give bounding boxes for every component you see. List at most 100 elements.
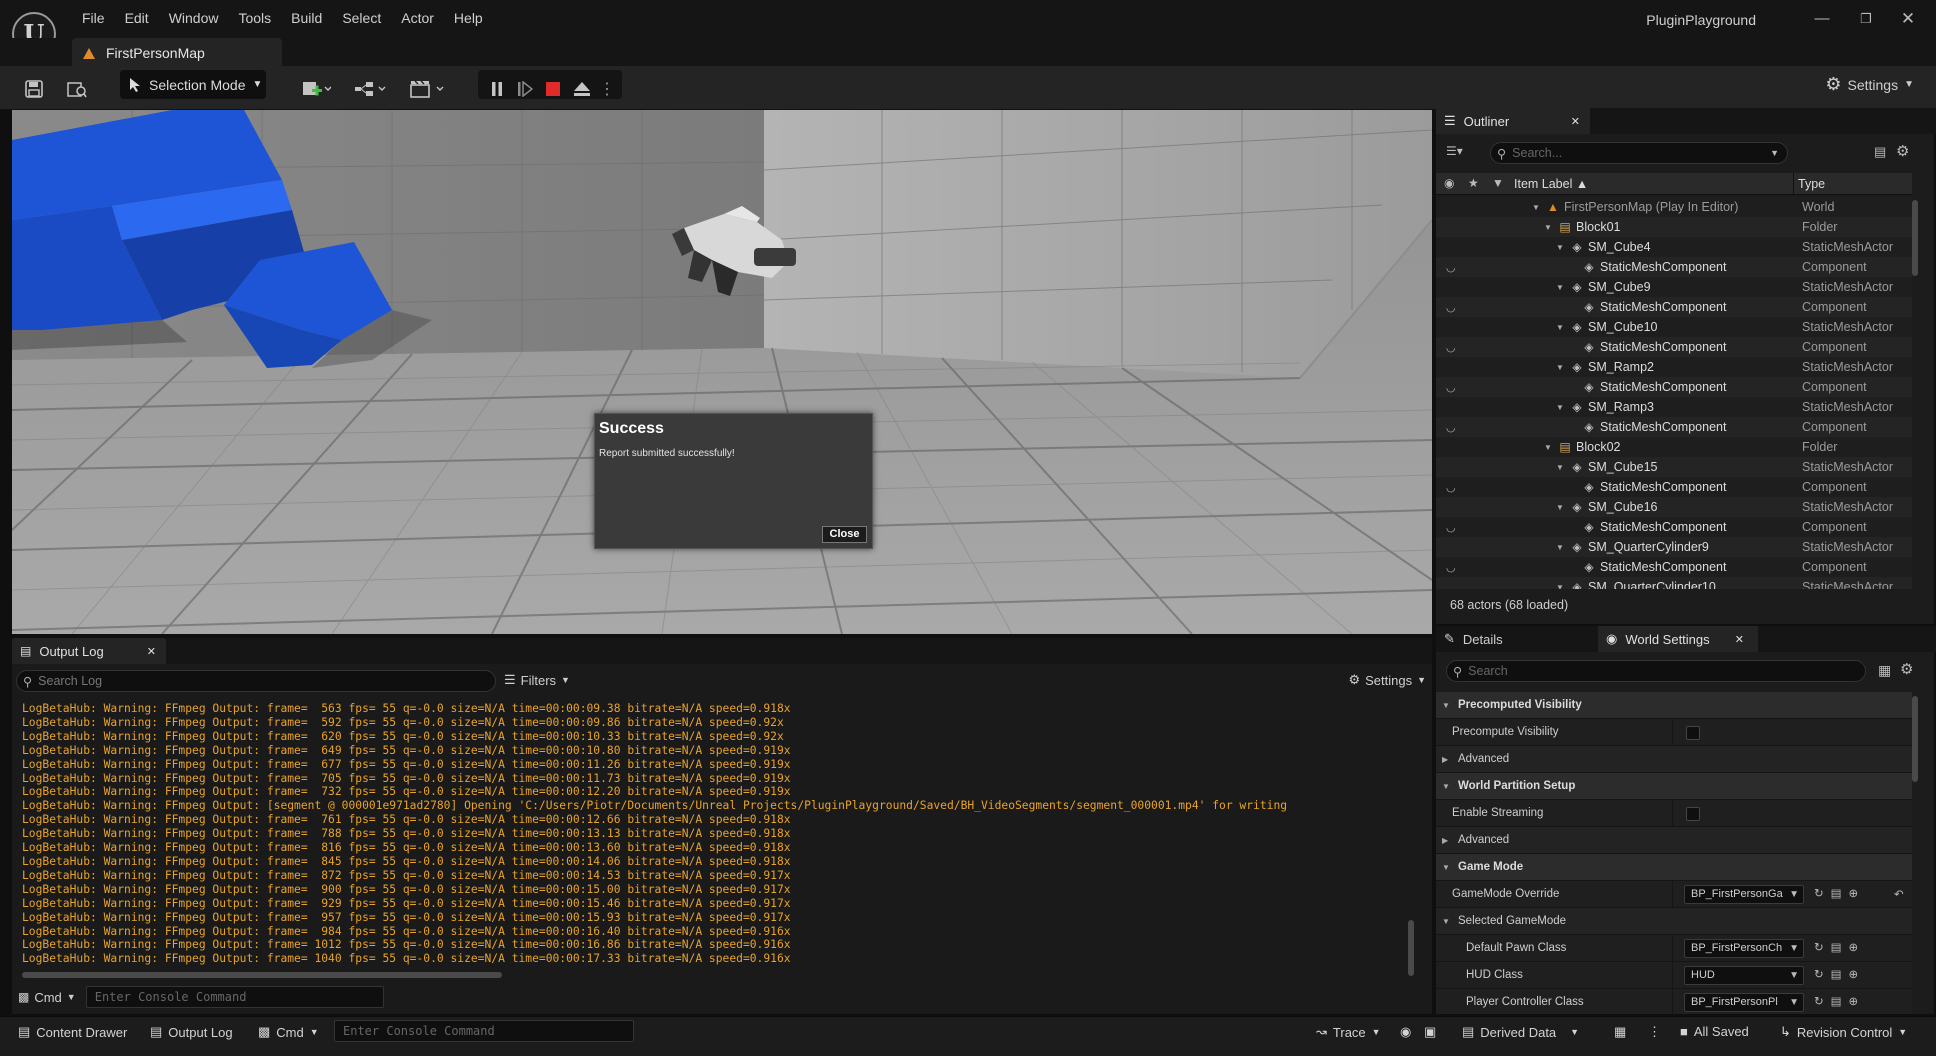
property-checkbox[interactable] xyxy=(1686,726,1700,740)
pause-icon[interactable] xyxy=(486,74,508,104)
outliner-row[interactable]: ◡ ◈ StaticMeshComponent Component xyxy=(1436,377,1912,397)
menu-item-tools[interactable]: Tools xyxy=(228,8,281,28)
menu-item-edit[interactable]: Edit xyxy=(115,8,159,28)
visibility-eye-icon[interactable]: ◡ xyxy=(1446,521,1456,534)
trace-button[interactable]: ↝ Trace ▼ xyxy=(1316,1024,1381,1040)
details-row-prop[interactable]: Player Controller Class BP_FirstPersonPl ▼… xyxy=(1436,989,1912,1014)
details-row-cat[interactable]: ▼ Precomputed Visibility xyxy=(1436,692,1912,719)
expand-arrow-icon[interactable]: ▼ xyxy=(1556,463,1566,472)
menu-item-actor[interactable]: Actor xyxy=(391,8,444,28)
visibility-eye-icon[interactable]: ◡ xyxy=(1446,481,1456,494)
expand-arrow-icon[interactable]: ▼ xyxy=(1556,283,1566,292)
type-column-header[interactable]: Type xyxy=(1798,177,1825,191)
content-drawer-button[interactable]: ▤ Content Drawer xyxy=(18,1024,127,1040)
cmd-dropdown[interactable]: ▩ Cmd ▼ xyxy=(18,990,76,1005)
visibility-eye-icon[interactable]: ◡ xyxy=(1446,561,1456,574)
expand-arrow-icon[interactable]: ▼ xyxy=(1532,203,1542,212)
add-folder-icon[interactable]: ▤ xyxy=(1874,144,1886,160)
outliner-row[interactable]: ▼ ◈ SM_Cube9 StaticMeshActor xyxy=(1436,277,1912,297)
revision-control-button[interactable]: ↳ Revision Control ▼ xyxy=(1780,1024,1907,1040)
details-scrollbar[interactable] xyxy=(1912,696,1918,782)
log-filters-button[interactable]: ☰ Filters ▼ xyxy=(504,672,570,688)
outliner-row[interactable]: ◡ ◈ StaticMeshComponent Component xyxy=(1436,557,1912,577)
expand-arrow-icon[interactable]: ▼ xyxy=(1556,543,1566,552)
statusbar-output-log-button[interactable]: ▤ Output Log xyxy=(150,1024,233,1040)
expand-arrow-icon[interactable]: ▼ xyxy=(1544,443,1554,452)
pin-column-icon[interactable]: ▼ xyxy=(1492,176,1504,190)
save-icon[interactable] xyxy=(22,74,46,104)
menu-item-window[interactable]: Window xyxy=(159,8,229,28)
expand-arrow-icon[interactable]: ▼ xyxy=(1442,863,1454,872)
property-asset-dropdown[interactable]: BP_FirstPersonPl ▼ xyxy=(1684,993,1804,1012)
grid-status-icon[interactable]: ▦ xyxy=(1614,1024,1626,1040)
outliner-row[interactable]: ▼ ◈ SM_QuarterCylinder10 StaticMeshActor xyxy=(1436,577,1912,589)
favorite-column-icon[interactable]: ★ xyxy=(1468,176,1479,190)
outliner-row[interactable]: ▼ ◈ SM_Cube15 StaticMeshActor xyxy=(1436,457,1912,477)
outliner-row[interactable]: ▼ ▲ FirstPersonMap (Play In Editor) World xyxy=(1436,197,1912,217)
statusbar-console-input[interactable]: Enter Console Command xyxy=(334,1020,634,1042)
property-asset-dropdown[interactable]: BP_FirstPersonCh ▼ xyxy=(1684,939,1804,958)
details-search-input[interactable]: ⚲ Search xyxy=(1446,660,1866,682)
browse-folder-icon[interactable]: ▤ xyxy=(1831,940,1842,954)
menu-item-select[interactable]: Select xyxy=(332,8,391,28)
outliner-row[interactable]: ▼ ◈ SM_Ramp3 StaticMeshActor xyxy=(1436,397,1912,417)
outliner-row[interactable]: ▼ ◈ SM_Ramp2 StaticMeshActor xyxy=(1436,357,1912,377)
visibility-eye-icon[interactable]: ◡ xyxy=(1446,421,1456,434)
expand-arrow-icon[interactable]: ▼ xyxy=(1442,701,1454,710)
gear-icon[interactable]: ⚙ xyxy=(1896,142,1909,160)
level-viewport[interactable]: Success Report submitted successfully! C… xyxy=(12,110,1432,634)
details-row-prop[interactable]: Precompute Visibility xyxy=(1436,719,1912,746)
reset-to-default-icon[interactable]: ↶ xyxy=(1894,887,1904,901)
property-asset-dropdown[interactable]: BP_FirstPersonGa ▼ xyxy=(1684,885,1804,904)
visibility-eye-icon[interactable]: ◡ xyxy=(1446,341,1456,354)
item-label-column[interactable]: Item Label ▲ xyxy=(1514,177,1588,191)
dialog-close-button[interactable]: Close xyxy=(822,526,867,543)
details-row-prop[interactable]: Default Pawn Class BP_FirstPersonCh ▼ ↻ ▤ ⊕ xyxy=(1436,935,1912,962)
details-tab[interactable]: ✎ Details xyxy=(1436,626,1596,652)
gear-icon[interactable]: ⚙ xyxy=(1900,660,1913,678)
add-new-icon[interactable]: ⊕ xyxy=(1849,886,1859,900)
expand-arrow-icon[interactable]: ▼ xyxy=(1442,917,1454,926)
use-selected-icon[interactable]: ↻ xyxy=(1814,967,1824,981)
step-frame-icon[interactable] xyxy=(514,74,536,104)
expand-arrow-icon[interactable]: ▼ xyxy=(1556,363,1566,372)
outliner-scrollbar[interactable] xyxy=(1912,200,1918,276)
more-icon[interactable]: ⋮ xyxy=(1648,1024,1661,1040)
outliner-row[interactable]: ▼ ◈ SM_Cube4 StaticMeshActor xyxy=(1436,237,1912,257)
close-tab-icon[interactable]: ✕ xyxy=(1735,633,1744,646)
log-settings-button[interactable]: ⚙ Settings ▼ xyxy=(1348,672,1426,688)
expand-arrow-icon[interactable]: ▼ xyxy=(1556,403,1566,412)
details-row-sub[interactable]: ▶ Advanced xyxy=(1436,746,1912,773)
details-row-sub[interactable]: ▶ Advanced xyxy=(1436,827,1912,854)
restore-icon[interactable]: ❐ xyxy=(1846,4,1886,34)
minimize-icon[interactable]: — xyxy=(1802,4,1842,34)
expand-arrow-icon[interactable]: ▼ xyxy=(1556,243,1566,252)
outliner-row[interactable]: ◡ ◈ StaticMeshComponent Component xyxy=(1436,517,1912,537)
table-view-icon[interactable]: ▦ xyxy=(1878,662,1891,679)
browse-icon[interactable] xyxy=(64,74,90,104)
selection-mode-dropdown[interactable]: Selection Mode ▼ xyxy=(120,70,266,99)
add-new-icon[interactable]: ⊕ xyxy=(1849,940,1859,954)
visibility-eye-icon[interactable]: ◡ xyxy=(1446,261,1456,274)
output-log-tab[interactable]: ▤ Output Log ✕ xyxy=(12,638,166,664)
collapsed-arrow-icon[interactable]: ▶ xyxy=(1442,836,1454,845)
visibility-eye-icon[interactable]: ◡ xyxy=(1446,301,1456,314)
filter-icon[interactable]: ☰▾ xyxy=(1446,144,1463,158)
cinematics-icon[interactable] xyxy=(406,74,448,104)
details-row-cat[interactable]: ▼ World Partition Setup xyxy=(1436,773,1912,800)
outliner-tab[interactable]: ☰ Outliner ✕ xyxy=(1436,108,1590,134)
visibility-column-icon[interactable]: ◉ xyxy=(1444,176,1454,190)
outliner-row[interactable]: ◡ ◈ StaticMeshComponent Component xyxy=(1436,477,1912,497)
close-tab-icon[interactable]: ✕ xyxy=(1571,115,1580,128)
collapsed-arrow-icon[interactable]: ▶ xyxy=(1442,755,1454,764)
outliner-row[interactable]: ▼ ◈ SM_Cube10 StaticMeshActor xyxy=(1436,317,1912,337)
add-new-icon[interactable]: ⊕ xyxy=(1849,994,1859,1008)
blueprint-icon[interactable] xyxy=(350,74,390,104)
details-row-cat[interactable]: ▼ Game Mode xyxy=(1436,854,1912,881)
menu-item-help[interactable]: Help xyxy=(444,8,493,28)
use-selected-icon[interactable]: ↻ xyxy=(1814,940,1824,954)
outliner-row[interactable]: ◡ ◈ StaticMeshComponent Component xyxy=(1436,297,1912,317)
log-horizontal-scrollbar[interactable] xyxy=(22,972,502,978)
outliner-row[interactable]: ◡ ◈ StaticMeshComponent Component xyxy=(1436,337,1912,357)
statusbar-cmd-dropdown[interactable]: ▩ Cmd ▼ xyxy=(258,1024,319,1040)
